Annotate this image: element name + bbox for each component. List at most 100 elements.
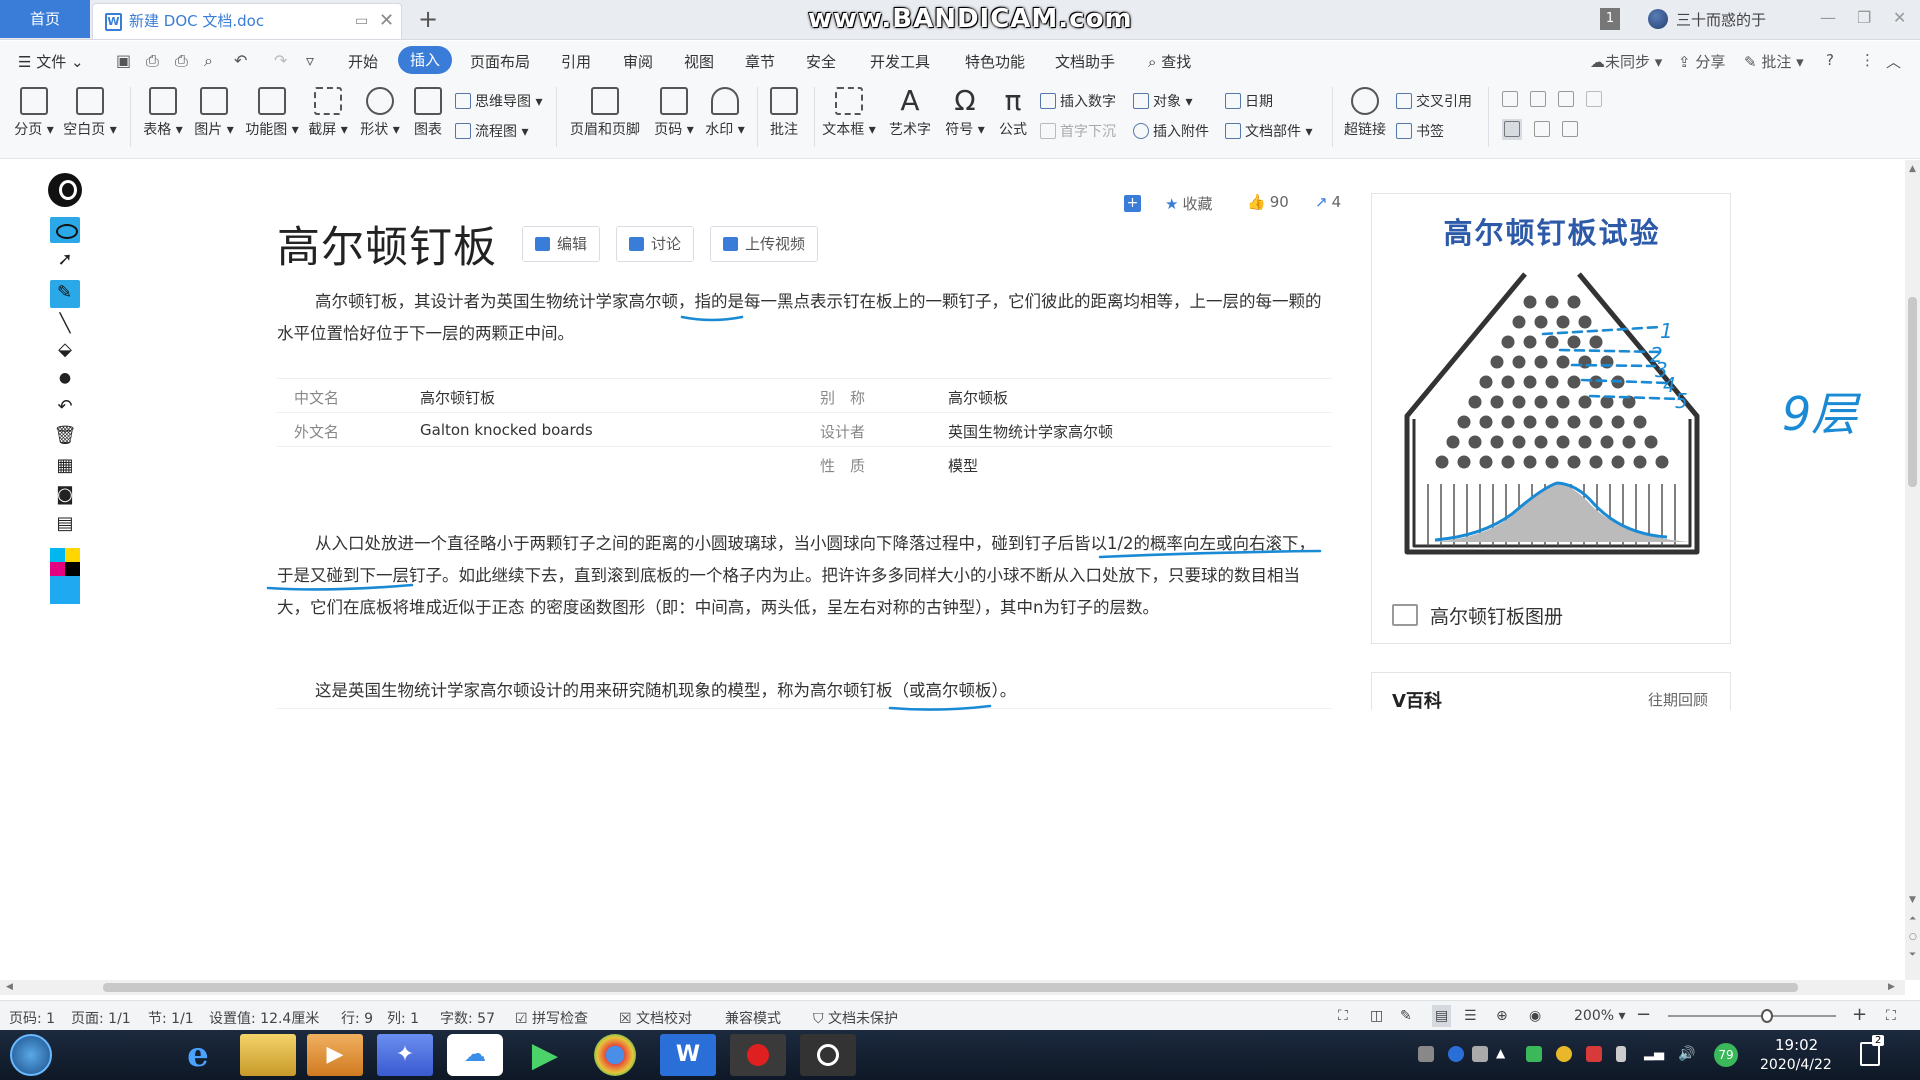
- search-button[interactable]: ⌕ 查找: [1148, 51, 1191, 72]
- battery-percent-badge[interactable]: 79: [1714, 1043, 1738, 1067]
- zoom-in-icon[interactable]: +: [1852, 1004, 1867, 1025]
- status-pages[interactable]: 页面: 1/1: [71, 1008, 131, 1028]
- chrome-icon[interactable]: [594, 1034, 636, 1076]
- scroll-up-icon[interactable]: ▲: [1909, 164, 1916, 174]
- attachment-button[interactable]: 插入附件: [1133, 121, 1209, 141]
- minimize-icon[interactable]: —: [1820, 8, 1836, 27]
- eye-protect-icon[interactable]: ◉: [1529, 1008, 1541, 1024]
- menu-review[interactable]: 审阅: [623, 51, 653, 72]
- undo-icon[interactable]: ↶: [234, 51, 247, 70]
- dot-size-icon[interactable]: ●: [52, 370, 78, 394]
- bandicam-icon[interactable]: [730, 1034, 786, 1076]
- eye-icon[interactable]: [50, 217, 80, 243]
- share-button[interactable]: ⇪ 分享: [1678, 51, 1725, 72]
- menu-security[interactable]: 安全: [806, 51, 836, 72]
- undo-ink-icon[interactable]: ↶: [52, 396, 78, 420]
- menu-doc-assistant[interactable]: 文档助手: [1055, 51, 1115, 72]
- horizontal-scrollbar[interactable]: ◀ ▶: [0, 980, 1905, 995]
- security-tray-icon[interactable]: [1526, 1046, 1542, 1062]
- menu-start[interactable]: 开始: [348, 51, 378, 72]
- help-tray-icon[interactable]: [1448, 1046, 1464, 1062]
- find-doc-icon[interactable]: ⌕: [204, 51, 213, 71]
- menu-developer[interactable]: 开发工具: [870, 51, 930, 72]
- camera-icon[interactable]: ◙: [52, 484, 78, 508]
- clipboard-icon[interactable]: ▤: [52, 513, 78, 537]
- comment-button[interactable]: ✎ 批注 ▾: [1744, 51, 1804, 72]
- fit-window-icon[interactable]: ⛶: [1886, 1008, 1896, 1024]
- combo-control-icon[interactable]: [1586, 91, 1606, 108]
- keyboard-tray-icon[interactable]: [1418, 1046, 1434, 1062]
- header-footer-button[interactable]: 页眉和页脚: [565, 87, 645, 139]
- outline-view-icon[interactable]: ☰: [1464, 1008, 1477, 1024]
- symbol-button[interactable]: Ω 符号 ▾: [943, 87, 987, 139]
- status-page[interactable]: 页码: 1: [9, 1008, 55, 1028]
- tab-home[interactable]: 首页: [0, 0, 90, 38]
- restore-icon[interactable]: ❐: [1857, 8, 1871, 27]
- menu-references[interactable]: 引用: [561, 51, 591, 72]
- view-code-icon[interactable]: [1562, 121, 1582, 138]
- status-row[interactable]: 行: 9: [341, 1008, 373, 1028]
- prev-page-icon[interactable]: ⏶: [1909, 914, 1916, 924]
- avatar[interactable]: [1648, 9, 1668, 29]
- properties-icon[interactable]: [1534, 121, 1554, 138]
- tab-document[interactable]: W 新建 DOC 文档.doc ▭ ✕: [92, 3, 402, 39]
- fullscreen-icon[interactable]: ⛶: [1338, 1008, 1348, 1024]
- print-preview-icon[interactable]: ⎙: [146, 51, 159, 71]
- feather-app-icon[interactable]: ✦: [377, 1034, 433, 1076]
- clock-date[interactable]: 2020/4/22: [1760, 1057, 1832, 1073]
- ime-tray-icon[interactable]: [1472, 1046, 1488, 1062]
- bookmark-button[interactable]: 书签: [1396, 121, 1444, 141]
- menu-page-layout[interactable]: 页面布局: [470, 51, 530, 72]
- new-tab-button[interactable]: +: [418, 4, 438, 34]
- design-mode-icon[interactable]: [1502, 119, 1522, 140]
- page-break-button[interactable]: 分页 ▾: [12, 87, 56, 139]
- color-black[interactable]: [65, 562, 80, 576]
- monitor-icon[interactable]: ▭: [355, 4, 368, 38]
- zoom-level[interactable]: 200% ▾: [1574, 1008, 1626, 1024]
- scroll-right-icon[interactable]: ▶: [1888, 982, 1895, 992]
- line-icon[interactable]: ╲: [52, 313, 78, 337]
- close-window-icon[interactable]: ✕: [1893, 8, 1906, 27]
- status-words[interactable]: 字数: 57: [440, 1008, 495, 1028]
- video-player-icon[interactable]: ▶: [517, 1034, 573, 1076]
- menu-file[interactable]: ☰ 文件 ⌄: [18, 51, 84, 72]
- zoom-out-icon[interactable]: −: [1636, 1004, 1651, 1025]
- screenshot-button[interactable]: 截屏 ▾: [306, 87, 350, 139]
- table-button[interactable]: 表格 ▾: [141, 87, 185, 139]
- update-tray-icon[interactable]: [1556, 1046, 1572, 1062]
- horizontal-scroll-thumb[interactable]: [103, 983, 1798, 992]
- scroll-down-icon[interactable]: ▼: [1909, 895, 1916, 905]
- cross-ref-button[interactable]: 交叉引用: [1396, 91, 1472, 111]
- select-browse-icon[interactable]: ○: [1909, 932, 1917, 942]
- color-palette[interactable]: [50, 548, 80, 604]
- share-article-button[interactable]: ↗ 4: [1315, 193, 1341, 211]
- start-button[interactable]: [10, 1034, 52, 1076]
- page-view-icon[interactable]: ▤: [1432, 1005, 1452, 1027]
- trash-icon[interactable]: 🗑: [52, 425, 78, 449]
- eraser-icon[interactable]: ⬙: [52, 339, 78, 363]
- color-blue-current[interactable]: [50, 576, 80, 604]
- like-button[interactable]: 👍 90: [1247, 193, 1289, 211]
- annotation-button[interactable]: 批注: [764, 87, 804, 139]
- scroll-left-icon[interactable]: ◀: [6, 982, 13, 992]
- drop-cap-button[interactable]: 首字下沉: [1040, 121, 1116, 141]
- proofread-button[interactable]: ☒ 文档校对: [619, 1008, 692, 1028]
- save-icon[interactable]: ▣: [116, 51, 131, 70]
- color-magenta[interactable]: [50, 562, 65, 576]
- redo-icon[interactable]: ↷: [274, 51, 287, 70]
- menu-insert[interactable]: 插入: [398, 46, 452, 74]
- menu-view[interactable]: 视图: [684, 51, 714, 72]
- status-col[interactable]: 列: 1: [387, 1008, 419, 1028]
- next-page-icon[interactable]: ⏷: [1909, 950, 1916, 960]
- add-icon[interactable]: +: [1124, 193, 1145, 212]
- textbox-button[interactable]: 文本框 ▾: [820, 87, 878, 139]
- function-chart-button[interactable]: 功能图 ▾: [243, 87, 301, 139]
- protect-button[interactable]: ⛉ 文档未保护: [813, 1008, 898, 1028]
- web-view-icon[interactable]: ⊕: [1496, 1008, 1508, 1024]
- list-control-icon[interactable]: [1558, 91, 1578, 108]
- past-review-link[interactable]: 往期回顾: [1648, 689, 1708, 710]
- baidu-netdisk-icon[interactable]: ☁: [447, 1034, 503, 1076]
- media-player-icon[interactable]: ▶: [307, 1034, 363, 1076]
- whiteboard-icon[interactable]: ▦: [52, 455, 78, 479]
- write-mode-icon[interactable]: ✎: [1400, 1008, 1412, 1024]
